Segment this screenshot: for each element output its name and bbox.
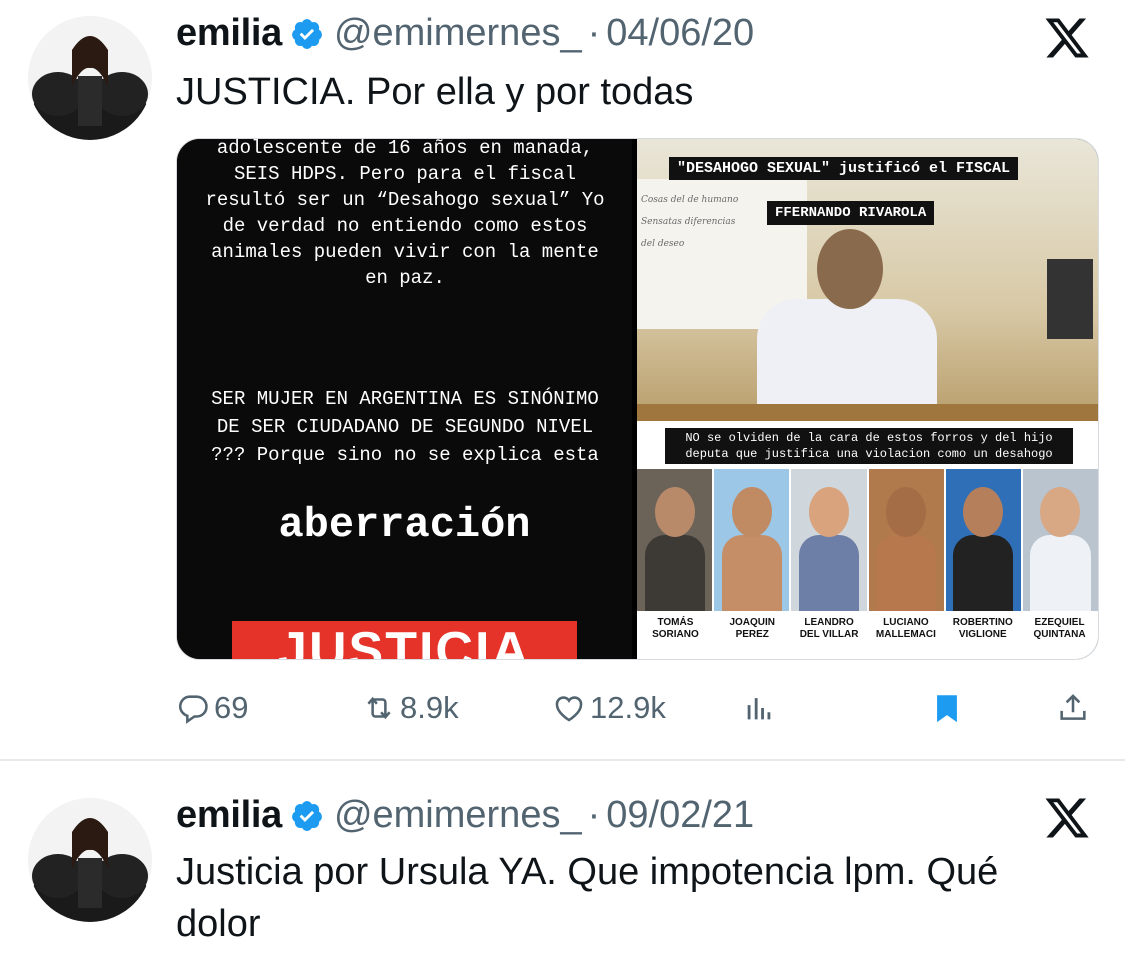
- whiteboard-line: Sensatas diferencias: [641, 217, 736, 227]
- story-text-1: adolescente de 16 años en manada, SEIS H…: [205, 138, 605, 289]
- tweet-text: Justicia por Ursula YA. Que impotencia l…: [176, 851, 999, 945]
- tweet-header: emilia @emimernes_ · 04/06/20: [176, 12, 754, 55]
- tweet[interactable]: emilia @emimernes_ · 09/02/21 Justicia p…: [0, 770, 1125, 962]
- person-head: [817, 229, 883, 309]
- face-photo: [637, 469, 713, 611]
- reply-icon: [178, 695, 208, 724]
- separator: ·: [587, 794, 601, 836]
- avatar[interactable]: [28, 16, 152, 140]
- avatar-photo: [28, 16, 152, 140]
- author-name[interactable]: emilia: [176, 794, 282, 837]
- monitor: [1047, 259, 1093, 339]
- action-bar: 69 8.9k 12.9k: [176, 686, 1097, 730]
- face-label: EZEQUIEL QUINTANA: [1033, 617, 1086, 640]
- face-photo: [1022, 469, 1098, 611]
- tweet-media[interactable]: adolescente de 16 años en manada, SEIS H…: [176, 138, 1099, 660]
- x-logo-icon: [1045, 798, 1089, 838]
- tweet-divider: [0, 759, 1125, 761]
- reply-count: 69: [214, 690, 249, 725]
- desk: [637, 404, 1098, 421]
- reply-button[interactable]: 69: [176, 686, 248, 730]
- face-label: LEANDRO DEL VILLAR: [799, 617, 859, 640]
- repost-button[interactable]: 8.9k: [362, 686, 459, 730]
- separator: ·: [587, 12, 601, 54]
- whiteboard-text: Cosas del de humano Sensatas diferencias…: [641, 189, 738, 255]
- bookmark-icon: [937, 695, 957, 723]
- bookmark-button[interactable]: [930, 686, 968, 730]
- tweet[interactable]: emilia @emimernes_ · 04/06/20 JUSTICIA. …: [0, 0, 1125, 760]
- views-button[interactable]: [742, 686, 780, 730]
- views-icon: [747, 698, 771, 720]
- share-button[interactable]: [1056, 686, 1094, 730]
- share-icon: [1060, 694, 1086, 720]
- caption-top: "DESAHOGO SEXUAL" justificó el FISCAL: [669, 157, 1019, 180]
- media-image-right[interactable]: Cosas del de humano Sensatas diferencias…: [637, 139, 1098, 659]
- repost-icon: [367, 696, 391, 720]
- x-logo-icon: [1045, 18, 1089, 58]
- justicia-banner: JUSTICIA: [232, 621, 577, 659]
- tweet-header: emilia @emimernes_ · 09/02/21: [176, 794, 754, 837]
- like-button[interactable]: 12.9k: [552, 686, 666, 730]
- whiteboard-line: Cosas del de humano: [641, 195, 739, 205]
- face-label: JOAQUIN PEREZ: [729, 617, 776, 640]
- verified-badge-icon: [292, 800, 322, 831]
- tweet-text: JUSTICIA. Por ella y por todas: [176, 71, 694, 113]
- caption-name: FFERNANDO RIVAROLA: [767, 201, 935, 225]
- faces-labels: TOMÁS SORIANO JOAQUIN PEREZ LEANDRO DEL …: [637, 613, 1098, 659]
- face-photo: [791, 469, 867, 611]
- face-label: ROBERTINO VIGLIONE: [952, 617, 1013, 640]
- caption-bottom: NO se olviden de la cara de estos forros…: [665, 428, 1073, 464]
- whiteboard-line: del deseo: [641, 239, 685, 249]
- face-label: TOMÁS SORIANO: [652, 617, 699, 640]
- like-count: 12.9k: [590, 690, 666, 725]
- author-handle[interactable]: @emimernes_: [334, 794, 582, 837]
- faces-row: [637, 469, 1098, 611]
- author-handle[interactable]: @emimernes_: [334, 12, 582, 55]
- author-name[interactable]: emilia: [176, 12, 282, 55]
- media-image-left[interactable]: adolescente de 16 años en manada, SEIS H…: [177, 139, 632, 659]
- face-photo: [868, 469, 944, 611]
- tweet-date[interactable]: 09/02/21: [606, 794, 754, 837]
- like-icon: [555, 696, 583, 722]
- avatar[interactable]: [28, 798, 152, 922]
- repost-count: 8.9k: [400, 690, 459, 725]
- face-photo: [714, 469, 790, 611]
- verified-badge-icon: [292, 18, 322, 49]
- prosecutor-photo: Cosas del de humano Sensatas diferencias…: [637, 139, 1098, 421]
- avatar-photo: [28, 798, 152, 922]
- story-big-word: aberración: [278, 501, 531, 549]
- person-body: [757, 299, 937, 421]
- face-label: LUCIANO MALLEMACI: [875, 617, 936, 640]
- face-photo: [945, 469, 1021, 611]
- story-text-2: SER MUJER EN ARGENTINA ES SINÓNIMO DE SE…: [211, 388, 599, 466]
- tweet-date[interactable]: 04/06/20: [606, 12, 754, 55]
